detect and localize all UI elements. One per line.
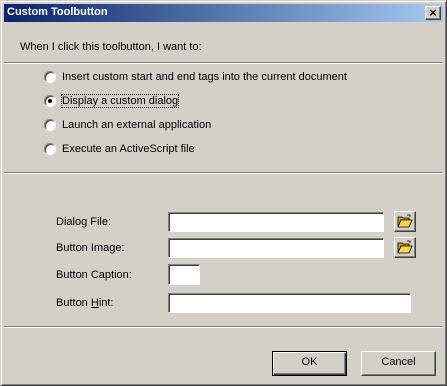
radio-button[interactable]: [44, 71, 56, 83]
option-label: Display a custom dialog: [60, 94, 180, 108]
window-title: Custom Toolbutton: [7, 6, 108, 18]
title-bar[interactable]: Custom Toolbutton ×: [4, 4, 443, 22]
button-caption-label: Button Caption:: [56, 269, 132, 281]
close-icon: ×: [428, 6, 438, 19]
button-hint-label: Button Hint:: [56, 297, 114, 309]
open-folder-icon: [397, 240, 413, 254]
button-hint-label-prefix: Button: [56, 297, 91, 309]
button-image-input[interactable]: [168, 238, 384, 258]
option-label: Insert custom start and end tags into th…: [62, 71, 347, 83]
prompt-text: When I click this toolbutton, I want to:: [20, 41, 202, 53]
option-label: Execute an ActiveScript file: [62, 143, 195, 155]
option-label: Launch an external application: [62, 119, 212, 131]
cancel-button[interactable]: Cancel: [361, 351, 436, 376]
radio-button[interactable]: [44, 143, 56, 155]
button-hint-input[interactable]: [168, 293, 411, 313]
divider-top: [4, 62, 443, 64]
divider-bottom: [4, 326, 443, 328]
ok-button[interactable]: OK: [272, 351, 347, 376]
radio-button[interactable]: [44, 119, 56, 131]
radio-button-selected[interactable]: [44, 95, 56, 107]
button-hint-label-suffix: int:: [98, 297, 114, 309]
dialog-file-browse-button[interactable]: [394, 211, 416, 232]
close-button[interactable]: ×: [425, 6, 441, 20]
button-hint-label-mnemonic: H: [90, 297, 99, 309]
divider-middle: [4, 172, 443, 174]
dialog-file-label: Dialog File:: [56, 216, 112, 228]
open-folder-icon: [397, 214, 413, 228]
dialog-window: Custom Toolbutton × When I click this to…: [0, 0, 447, 386]
button-caption-input[interactable]: [168, 264, 200, 285]
dialog-file-input[interactable]: [168, 212, 384, 232]
button-image-label: Button Image:: [56, 242, 125, 254]
button-image-browse-button[interactable]: [394, 237, 416, 258]
